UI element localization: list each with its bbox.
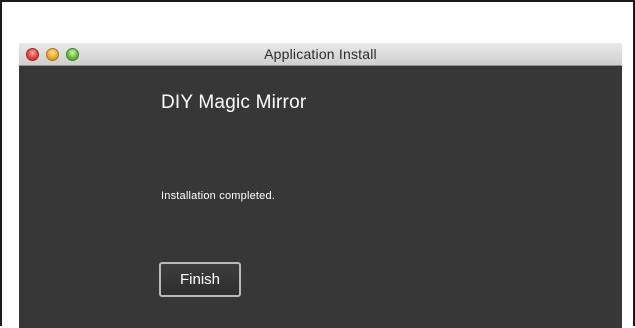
screenshot-frame: Application Install DIY Magic Mirror Ins…	[0, 0, 635, 328]
app-name-heading: DIY Magic Mirror	[161, 92, 307, 113]
finish-button[interactable]: Finish	[159, 262, 241, 297]
window-title: Application Install	[264, 46, 377, 62]
title-bar: Application Install	[19, 43, 622, 66]
install-window: Application Install DIY Magic Mirror Ins…	[19, 43, 622, 328]
installation-status-text: Installation completed.	[161, 190, 276, 202]
